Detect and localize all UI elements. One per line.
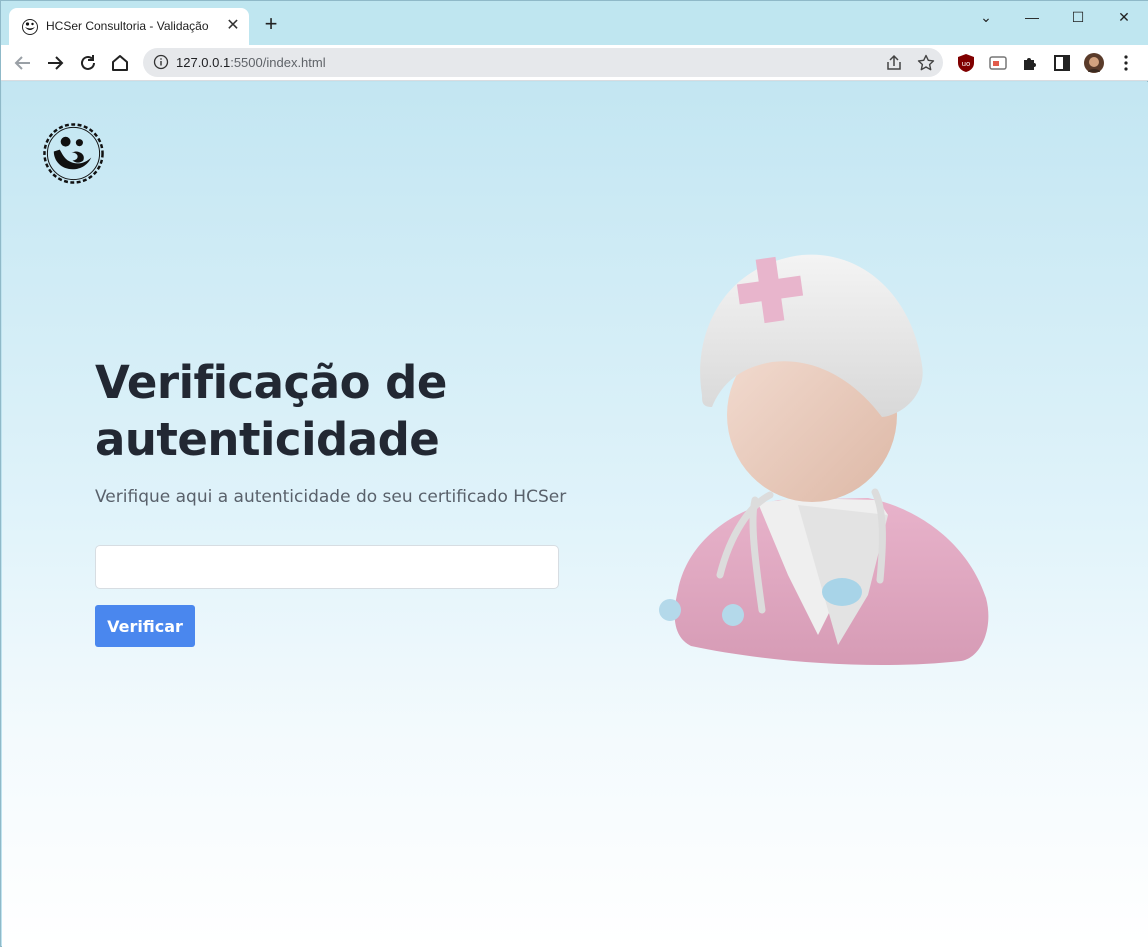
extension-cast-icon[interactable]: [988, 53, 1008, 73]
nurse-illustration: [659, 254, 989, 666]
profile-avatar[interactable]: [1084, 53, 1104, 73]
browser-tab[interactable]: HCSer Consultoria - Validação ✕: [9, 8, 249, 45]
back-icon[interactable]: [9, 49, 37, 77]
url-host: 127.0.0.1: [176, 55, 231, 70]
page-subtitle: Verifique aqui a autenticidade do seu ce…: [95, 487, 567, 507]
menu-kebab-icon[interactable]: [1116, 53, 1136, 73]
side-panel-icon[interactable]: [1052, 53, 1072, 73]
address-bar[interactable]: 127.0.0.1:5500/index.html: [143, 48, 943, 77]
minimize-icon[interactable]: —: [1017, 6, 1047, 28]
page-content: Verificação de autenticidade Verifique a…: [2, 82, 1148, 947]
browser-toolbar: 127.0.0.1:5500/index.html uo: [1, 45, 1148, 81]
ublock-icon[interactable]: uo: [956, 53, 976, 73]
site-info-icon[interactable]: [153, 54, 169, 70]
bookmark-star-icon[interactable]: [916, 53, 936, 73]
certificate-code-input[interactable]: [95, 545, 559, 589]
verify-button[interactable]: Verificar: [95, 605, 195, 647]
forward-icon[interactable]: [41, 49, 69, 77]
extensions-puzzle-icon[interactable]: [1020, 53, 1040, 73]
svg-text:uo: uo: [962, 60, 971, 68]
favicon-icon: [22, 19, 38, 35]
url-path: :5500/index.html: [230, 55, 326, 70]
tab-title: HCSer Consultoria - Validação: [46, 19, 209, 33]
share-icon[interactable]: [884, 53, 904, 73]
tab-close-icon[interactable]: ✕: [223, 16, 243, 36]
url-text[interactable]: 127.0.0.1:5500/index.html: [176, 55, 326, 70]
page-title: Verificação de autenticidade: [95, 356, 447, 466]
browser-window: HCSer Consultoria - Validação ✕ + ⌄ — ☐ …: [0, 0, 1148, 947]
reload-icon[interactable]: [74, 49, 102, 77]
new-tab-button[interactable]: +: [260, 13, 282, 36]
tab-search-icon[interactable]: ⌄: [971, 6, 1001, 28]
tab-bar: HCSer Consultoria - Validação ✕ + ⌄ — ☐ …: [1, 1, 1148, 45]
maximize-icon[interactable]: ☐: [1063, 6, 1093, 28]
close-window-icon[interactable]: ✕: [1109, 6, 1139, 28]
hcser-logo-icon[interactable]: [42, 122, 105, 185]
home-icon[interactable]: [106, 49, 134, 77]
